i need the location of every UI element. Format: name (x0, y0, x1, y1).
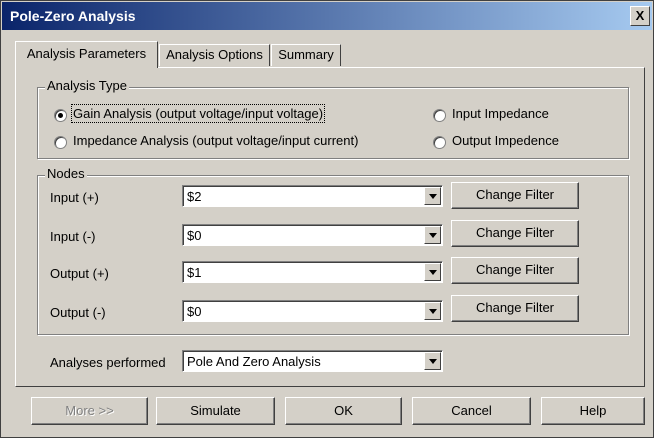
analyses-performed-combo[interactable]: Pole And Zero Analysis (182, 350, 443, 372)
analyses-performed-label: Analyses performed (50, 355, 166, 370)
change-filter-button-4[interactable]: Change Filter (451, 295, 579, 322)
input-minus-label: Input (-) (50, 229, 96, 244)
input-plus-label: Input (+) (50, 190, 99, 205)
combo-value: $0 (187, 228, 202, 243)
button-label: Change Filter (475, 225, 555, 240)
dropdown-arrow-icon[interactable] (424, 187, 441, 205)
help-button[interactable]: Help (541, 397, 645, 425)
button-label: OK (334, 403, 353, 418)
analysis-type-group (37, 87, 629, 159)
tab-label: Summary (278, 47, 334, 62)
gain-analysis-label[interactable]: Gain Analysis (output voltage/input volt… (70, 104, 326, 123)
impedance-analysis-label[interactable]: Impedance Analysis (output voltage/input… (73, 133, 358, 148)
tab-analysis-parameters[interactable]: Analysis Parameters (15, 41, 158, 68)
output-plus-combo[interactable]: $1 (182, 261, 443, 283)
output-plus-label: Output (+) (50, 266, 109, 281)
input-plus-combo[interactable]: $2 (182, 185, 443, 207)
simulate-button[interactable]: Simulate (156, 397, 275, 425)
combo-value: $0 (187, 304, 202, 319)
combo-value: Pole And Zero Analysis (187, 354, 321, 369)
close-icon: X (635, 8, 645, 23)
ok-button[interactable]: OK (285, 397, 402, 425)
title-bar[interactable]: Pole-Zero Analysis X (2, 2, 652, 30)
change-filter-button-3[interactable]: Change Filter (451, 257, 579, 284)
tab-analysis-options[interactable]: Analysis Options (159, 44, 270, 66)
nodes-legend: Nodes (45, 166, 87, 181)
button-label: Change Filter (475, 262, 555, 277)
output-impedence-radio[interactable] (433, 136, 446, 149)
dropdown-arrow-icon[interactable] (424, 263, 441, 281)
impedance-analysis-radio[interactable] (54, 136, 67, 149)
close-button[interactable]: X (630, 6, 650, 26)
output-impedence-label[interactable]: Output Impedence (452, 133, 559, 148)
button-label: Simulate (190, 403, 241, 418)
output-minus-combo[interactable]: $0 (182, 300, 443, 322)
button-label: Help (579, 403, 607, 418)
tab-label: Analysis Options (166, 47, 263, 62)
button-label: Change Filter (475, 187, 555, 202)
window-title: Pole-Zero Analysis (10, 8, 136, 24)
tab-label: Analysis Parameters (26, 46, 147, 61)
dropdown-arrow-icon[interactable] (424, 226, 441, 244)
button-label: Cancel (451, 403, 492, 418)
analysis-type-legend: Analysis Type (45, 78, 129, 93)
button-label: More >> (65, 403, 114, 418)
tab-summary[interactable]: Summary (271, 44, 341, 66)
pole-zero-dialog: Pole-Zero Analysis X Analysis Parameters… (0, 0, 654, 438)
button-label: Change Filter (475, 300, 555, 315)
combo-value: $2 (187, 189, 202, 204)
more-button[interactable]: More >> (31, 397, 148, 425)
input-impedance-label[interactable]: Input Impedance (452, 106, 549, 121)
change-filter-button-1[interactable]: Change Filter (451, 182, 579, 209)
combo-value: $1 (187, 265, 202, 280)
dropdown-arrow-icon[interactable] (424, 302, 441, 320)
change-filter-button-2[interactable]: Change Filter (451, 220, 579, 247)
cancel-button[interactable]: Cancel (412, 397, 531, 425)
input-minus-combo[interactable]: $0 (182, 224, 443, 246)
gain-analysis-radio[interactable] (54, 109, 67, 122)
dropdown-arrow-icon[interactable] (424, 352, 441, 370)
output-minus-label: Output (-) (50, 305, 106, 320)
input-impedance-radio[interactable] (433, 109, 446, 122)
